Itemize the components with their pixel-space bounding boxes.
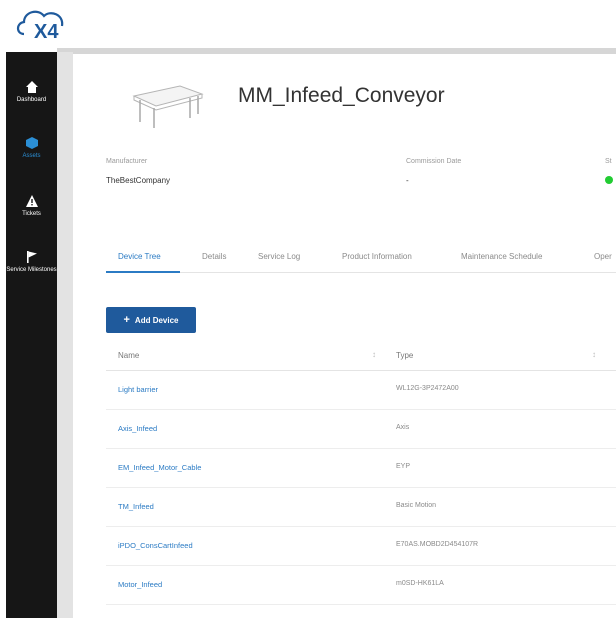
table-header: Name ↕ Type ↕ <box>106 340 616 371</box>
table-row[interactable]: TM_Infeed Basic Motion <box>106 488 616 527</box>
sidebar-item-label: Dashboard <box>16 97 47 103</box>
add-device-label: Add Device <box>134 315 179 325</box>
status-label: St <box>605 158 612 165</box>
device-name-link[interactable]: TM_Infeed <box>118 502 154 511</box>
sidebar-item-label: Service Milestones <box>6 267 57 273</box>
device-type: WL12G-3P2472A00 <box>396 385 459 392</box>
warning-icon <box>25 195 38 207</box>
tab-device-tree[interactable]: Device Tree <box>118 252 161 261</box>
device-type: Axis <box>396 424 410 431</box>
add-device-button[interactable]: + Add Device <box>106 307 196 333</box>
device-name-link[interactable]: Light barrier <box>118 385 158 394</box>
sort-icon[interactable]: ↕ <box>592 350 596 359</box>
top-bar: X4 <box>0 0 616 48</box>
column-header-type[interactable]: Type <box>396 351 413 360</box>
tab-maintenance-schedule[interactable]: Maintenance Schedule <box>461 252 542 261</box>
device-name-link[interactable]: Axis_Infeed <box>118 424 157 433</box>
active-tab-indicator <box>106 271 180 273</box>
flag-icon <box>26 251 37 263</box>
tab-bar: Device Tree Details Service Log Product … <box>106 250 616 273</box>
table-row[interactable]: Light barrier WL12G-3P2472A00 <box>106 371 616 410</box>
device-type: EYP <box>396 463 411 470</box>
sidebar-item-dashboard[interactable]: Dashboard <box>6 80 57 104</box>
commission-date-value: - <box>406 176 409 185</box>
sidebar-item-tickets[interactable]: Tickets <box>6 194 57 218</box>
table-row[interactable]: Motor_Infeed m0SD-HK61LA <box>106 566 616 605</box>
cube-icon <box>25 137 38 149</box>
plus-icon: + <box>123 314 130 326</box>
sort-icon[interactable]: ↕ <box>372 350 376 359</box>
device-type: m0SD-HK61LA <box>396 580 444 587</box>
tab-product-information[interactable]: Product Information <box>342 252 412 261</box>
home-icon <box>25 81 38 93</box>
device-table: Name ↕ Type ↕ Light barrier WL12G-3P2472… <box>106 340 616 605</box>
conveyor-thumbnail-icon <box>132 85 204 128</box>
status-indicator-icon <box>605 176 613 184</box>
column-header-name[interactable]: Name <box>118 351 139 360</box>
table-row[interactable]: iPDO_ConsCartInfeed E70AS.MOBD2D454107R <box>106 527 616 566</box>
logo-text: X4 <box>34 21 59 43</box>
device-name-link[interactable]: Motor_Infeed <box>118 580 162 589</box>
device-type: Basic Motion <box>396 502 437 509</box>
manufacturer-label: Manufacturer <box>106 158 148 165</box>
sidebar-item-service-milestones[interactable]: Service Milestones <box>6 250 57 274</box>
tab-details[interactable]: Details <box>202 252 226 261</box>
tab-operations[interactable]: Oper <box>594 252 612 261</box>
table-row[interactable]: Axis_Infeed Axis <box>106 410 616 449</box>
commission-date-label: Commission Date <box>406 158 462 165</box>
sidebar-item-label: Assets <box>22 153 41 159</box>
device-detail-panel: MM_Infeed_Conveyor Manufacturer TheBestC… <box>73 54 616 618</box>
device-type: E70AS.MOBD2D454107R <box>396 541 479 548</box>
tab-service-log[interactable]: Service Log <box>258 252 300 261</box>
x4-logo-icon[interactable]: X4 <box>14 4 74 44</box>
manufacturer-value: TheBestCompany <box>106 176 171 185</box>
sidebar-item-label: Tickets <box>22 211 41 217</box>
table-row[interactable]: EM_Infeed_Motor_Cable EYP <box>106 449 616 488</box>
sidebar-gutter <box>57 52 73 618</box>
device-name-link[interactable]: iPDO_ConsCartInfeed <box>118 541 193 550</box>
device-name-link[interactable]: EM_Infeed_Motor_Cable <box>118 463 201 472</box>
sidebar-item-assets[interactable]: Assets <box>6 136 57 160</box>
page-title: MM_Infeed_Conveyor <box>238 84 445 107</box>
sidebar: Dashboard Assets Tickets Service Milesto… <box>6 52 57 618</box>
